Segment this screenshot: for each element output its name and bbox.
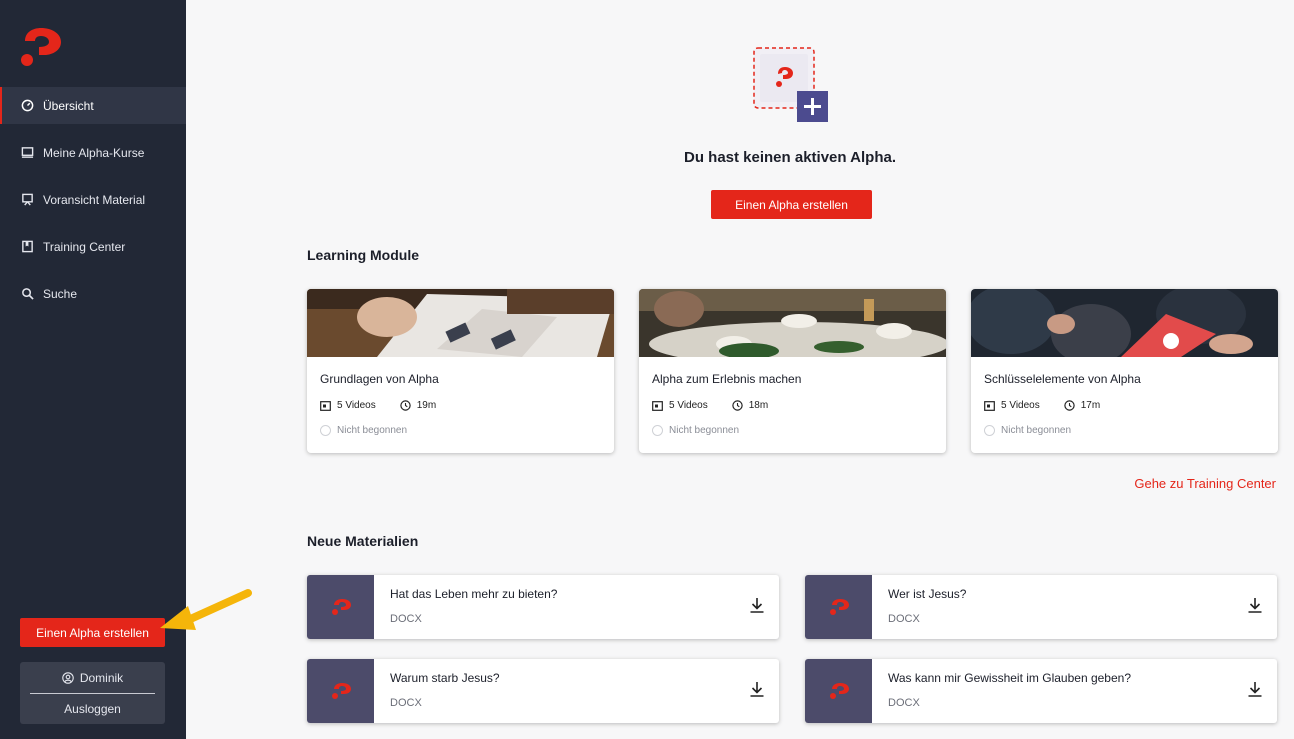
alpha-logo-icon[interactable] — [19, 27, 63, 67]
sidebar-item-training-center[interactable]: Training Center — [0, 228, 186, 265]
material-title: Hat das Leben mehr zu bieten? — [390, 587, 558, 601]
material-title: Wer ist Jesus? — [888, 587, 967, 601]
status-circle-icon — [320, 425, 331, 436]
download-icon[interactable] — [749, 681, 765, 697]
screen-icon — [20, 146, 34, 160]
learning-card[interactable]: Grundlagen von Alpha 5 Videos 19m Nicht … — [307, 289, 614, 453]
alpha-logo-icon — [829, 683, 849, 699]
empty-state-title: Du hast keinen aktiven Alpha. — [684, 149, 896, 166]
calendar-icon — [652, 401, 663, 411]
learning-module-title: Learning Module — [307, 247, 419, 263]
clock-icon — [732, 400, 743, 411]
alpha-logo-icon — [331, 683, 351, 699]
clock-icon — [1064, 400, 1075, 411]
calendar-icon — [320, 401, 331, 411]
material-title: Was kann mir Gewissheit im Glauben geben… — [888, 671, 1131, 685]
material-thumbnail — [805, 575, 872, 639]
sidebar-item-meine-alpha-kurse[interactable]: Meine Alpha-Kurse — [0, 134, 186, 171]
duration: 18m — [748, 400, 769, 411]
video-count: 5 Videos — [669, 400, 708, 411]
status-text: Nicht begonnen — [1001, 425, 1072, 436]
sidebar-item-label: Übersicht — [43, 98, 94, 113]
card-image — [307, 289, 614, 357]
card-title: Grundlagen von Alpha — [320, 372, 439, 386]
card-meta: 5 Videos 19m — [320, 400, 436, 411]
materials-title: Neue Materialien — [307, 533, 419, 549]
material-item[interactable]: Wer ist Jesus? DOCX — [805, 575, 1277, 639]
sidebar-create-alpha-button[interactable]: Einen Alpha erstellen — [20, 618, 165, 647]
alpha-logo-icon — [829, 599, 849, 615]
card-status: Nicht begonnen — [320, 425, 407, 436]
video-count: 5 Videos — [1001, 400, 1040, 411]
card-image — [639, 289, 946, 366]
download-icon[interactable] — [1247, 597, 1263, 613]
card-status: Nicht begonnen — [652, 425, 739, 436]
empty-alpha-illustration — [753, 47, 828, 122]
status-text: Nicht begonnen — [337, 425, 408, 436]
dashboard-icon — [20, 99, 34, 113]
duration: 19m — [416, 400, 437, 411]
sidebar-item-voransicht-material[interactable]: Voransicht Material — [0, 181, 186, 218]
status-circle-icon — [984, 425, 995, 436]
user-circle-icon — [62, 671, 74, 684]
material-format: DOCX — [888, 697, 920, 709]
material-format: DOCX — [888, 613, 920, 625]
sidebar-item-uebersicht[interactable]: Übersicht — [0, 87, 186, 124]
card-meta: 5 Videos 17m — [984, 400, 1100, 411]
user-name: Dominik — [79, 670, 124, 685]
material-item[interactable]: Was kann mir Gewissheit im Glauben geben… — [805, 659, 1277, 723]
material-format: DOCX — [390, 613, 422, 625]
card-status: Nicht begonnen — [984, 425, 1071, 436]
sidebar-item-label: Training Center — [43, 239, 126, 254]
alpha-logo-icon — [331, 599, 351, 615]
material-title: Warum starb Jesus? — [390, 671, 500, 685]
presentation-icon — [20, 193, 34, 207]
material-item[interactable]: Warum starb Jesus? DOCX — [307, 659, 779, 723]
download-icon[interactable] — [1247, 681, 1263, 697]
search-icon — [20, 287, 34, 301]
status-text: Nicht begonnen — [669, 425, 740, 436]
sidebar-item-label: Suche — [43, 286, 78, 301]
card-title: Alpha zum Erlebnis machen — [652, 372, 802, 386]
material-format: DOCX — [390, 697, 422, 709]
material-thumbnail — [307, 659, 374, 723]
training-center-link[interactable]: Gehe zu Training Center — [1134, 476, 1276, 491]
calendar-icon — [984, 401, 995, 411]
user-profile-button[interactable]: Dominik — [20, 662, 165, 693]
card-title: Schlüsselelemente von Alpha — [984, 372, 1141, 386]
material-thumbnail — [805, 659, 872, 723]
sidebar-item-label: Voransicht Material — [43, 192, 146, 207]
card-image — [971, 289, 1278, 364]
arrow-annotation-icon — [160, 589, 252, 630]
clock-icon — [400, 400, 411, 411]
create-alpha-button[interactable]: Einen Alpha erstellen — [711, 190, 872, 219]
material-item[interactable]: Hat das Leben mehr zu bieten? DOCX — [307, 575, 779, 639]
learning-card[interactable]: Schlüsselelemente von Alpha 5 Videos 17m… — [971, 289, 1278, 453]
sidebar-item-suche[interactable]: Suche — [0, 275, 186, 312]
download-icon[interactable] — [749, 597, 765, 613]
user-box: Dominik Ausloggen — [20, 662, 165, 724]
sidebar-item-label: Meine Alpha-Kurse — [43, 145, 145, 160]
learning-card[interactable]: Alpha zum Erlebnis machen 5 Videos 18m N… — [639, 289, 946, 453]
status-circle-icon — [652, 425, 663, 436]
video-count: 5 Videos — [337, 400, 376, 411]
card-meta: 5 Videos 18m — [652, 400, 768, 411]
book-icon — [20, 240, 34, 254]
material-thumbnail — [307, 575, 374, 639]
duration: 17m — [1080, 400, 1101, 411]
logout-button[interactable]: Ausloggen — [20, 693, 165, 724]
